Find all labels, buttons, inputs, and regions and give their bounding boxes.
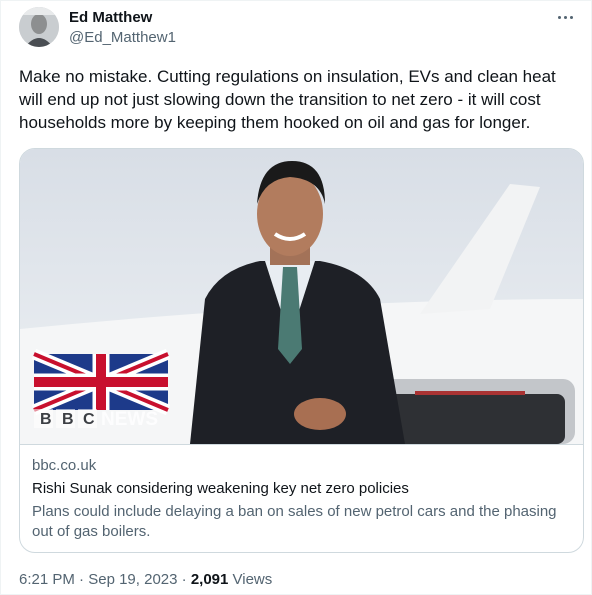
meta-separator: · xyxy=(74,571,89,588)
svg-text:B: B xyxy=(62,411,74,428)
card-meta: bbc.co.uk Rishi Sunak considering weaken… xyxy=(20,444,583,552)
meta-separator-2: · xyxy=(177,571,191,588)
tweet-time[interactable]: 6:21 PM xyxy=(19,571,75,588)
views-count: 2,091 xyxy=(190,571,229,588)
more-icon[interactable] xyxy=(553,7,577,27)
tweet-meta: 6:21 PM · Sep 19, 2023 · 2,091 Views xyxy=(19,571,272,588)
tweet: Ed Matthew @Ed_Matthew1 Make no mistake.… xyxy=(0,0,592,595)
svg-text:B: B xyxy=(40,411,52,428)
tweet-date[interactable]: Sep 19, 2023 xyxy=(88,571,177,588)
card-description: Plans could include delaying a ban on sa… xyxy=(32,503,557,540)
avatar[interactable] xyxy=(19,7,59,47)
svg-text:NEWS: NEWS xyxy=(101,409,158,430)
card-image: B B C NEWS xyxy=(20,149,583,444)
card-title: Rishi Sunak considering weakening key ne… xyxy=(32,480,409,497)
svg-text:C: C xyxy=(83,411,95,428)
tweet-text: Make no mistake. Cutting regulations on … xyxy=(19,67,556,132)
author-handle[interactable]: @Ed_Matthew1 xyxy=(69,29,176,46)
card-domain: bbc.co.uk xyxy=(32,457,97,474)
author-name[interactable]: Ed Matthew xyxy=(69,9,152,26)
views-label: Views xyxy=(228,571,273,588)
link-card[interactable]: B B C NEWS bbc.co.uk Rishi Sunak conside… xyxy=(19,148,584,553)
